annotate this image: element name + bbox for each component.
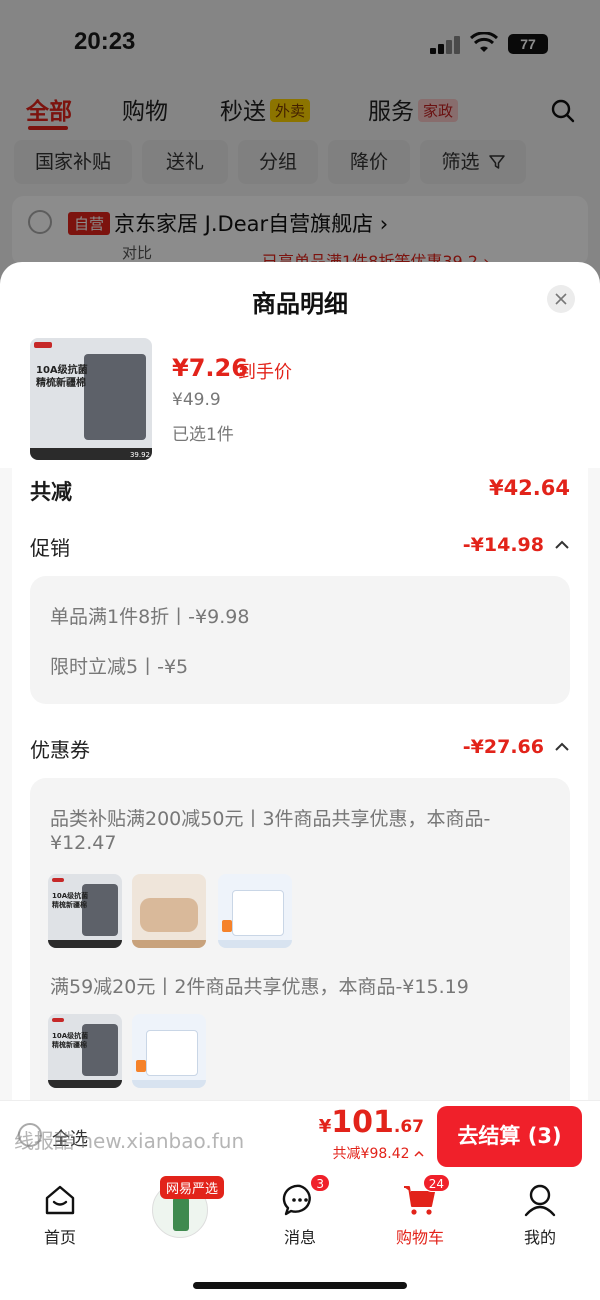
promo-label: 促销 — [30, 536, 70, 560]
total-discount-label: 共减 — [30, 480, 72, 504]
close-icon — [555, 293, 567, 305]
total-price-decimal: .67 — [393, 1117, 424, 1137]
coupon-group-line: 品类补贴满200减50元丨3件商品共享优惠，本商品- — [50, 808, 491, 830]
promo-line: 限时立减5丨-¥5 — [50, 656, 189, 678]
coupon-product-thumb[interactable] — [218, 874, 292, 948]
promo-line: 单品满1件8折丨-¥9.98 — [50, 606, 250, 628]
total-discount-value: ¥42.64 — [488, 476, 570, 500]
coupon-label: 优惠券 — [30, 738, 90, 762]
messages-badge: 3 — [310, 1174, 330, 1192]
profile-icon — [524, 1184, 556, 1217]
thumb-price: 39.92 — [129, 451, 150, 459]
cart-badge: 24 — [422, 1174, 450, 1192]
final-price-label: 到手价 — [238, 362, 292, 383]
product-summary: 10A级抗菌 精梳新疆棉 39.92 ¥7.26 到手价 ¥49.9 已选1件 — [0, 334, 600, 468]
coupon-product-thumb[interactable] — [132, 1014, 206, 1088]
coupon-details-box: 品类补贴满200减50元丨3件商品共享优惠，本商品- ¥12.47 10A级抗菌… — [30, 778, 570, 1100]
coupon-group-line: ¥12.47 — [50, 832, 117, 854]
chevron-up-icon — [414, 1150, 424, 1157]
checkout-button[interactable]: 去结算 (3) — [437, 1106, 582, 1167]
tabbar-messages-label: 消息 — [283, 1228, 316, 1247]
sheet-title: 商品明细 — [252, 290, 348, 318]
promo-details-box: 单品满1件8折丨-¥9.98 限时立减5丨-¥5 — [30, 576, 570, 704]
watermark: 线报酷 new.xianbao.fun — [14, 1129, 245, 1153]
close-button[interactable] — [547, 285, 575, 313]
coupon-product-thumb[interactable]: 10A级抗菌 精梳新疆棉 — [48, 874, 122, 948]
coupon-product-thumb[interactable] — [132, 874, 206, 948]
coupon-value[interactable]: -¥27.66 — [463, 736, 544, 758]
thumb-text: 10A级抗菌 精梳新疆棉 — [52, 1032, 89, 1049]
final-price: ¥7.26 — [172, 354, 248, 382]
tabbar-profile[interactable]: 我的 — [500, 1182, 580, 1248]
chevron-up-icon[interactable] — [554, 540, 570, 550]
checkout-bar: 全选 线报酷 new.xianbao.fun ¥101.67 共减¥98.42 … — [0, 1100, 600, 1172]
total-saved-text: 共减¥98.42 — [332, 1146, 410, 1162]
chevron-up-icon[interactable] — [554, 742, 570, 752]
home-icon — [45, 1185, 75, 1215]
tabbar-home-label: 首页 — [43, 1228, 76, 1247]
bottom-tab-bar: 首页 网易严选 3 消息 24 购物车 我的 — [0, 1172, 600, 1300]
tabbar-profile-label: 我的 — [523, 1228, 556, 1247]
total-price-integer: 101 — [331, 1105, 394, 1140]
tabbar-cart[interactable]: 24 购物车 — [380, 1174, 460, 1248]
tabbar-home[interactable]: 首页 — [20, 1182, 100, 1248]
tabbar-cart-label: 购物车 — [395, 1228, 444, 1247]
promo-value[interactable]: -¥14.98 — [463, 534, 544, 556]
original-price: ¥49.9 — [172, 390, 221, 410]
yanxuan-badge: 网易严选 — [160, 1176, 225, 1199]
tabbar-messages[interactable]: 3 消息 — [260, 1174, 340, 1248]
home-indicator — [193, 1282, 407, 1289]
total-saved[interactable]: 共减¥98.42 — [333, 1143, 424, 1163]
coupon-product-thumb[interactable]: 10A级抗菌 精梳新疆棉 — [48, 1014, 122, 1088]
selected-count: 已选1件 — [172, 425, 234, 445]
thumb-text: 10A级抗菌 精梳新疆棉 — [52, 892, 89, 909]
currency-symbol: ¥ — [318, 1116, 332, 1137]
product-detail-sheet: 商品明细 10A级抗菌 精梳新疆棉 39.92 ¥7.26 到手价 ¥49.9 … — [0, 262, 600, 1100]
thumb-text: 10A级抗菌 精梳新疆棉 — [36, 365, 88, 389]
total-price: ¥101.67 — [319, 1105, 424, 1140]
product-thumbnail[interactable]: 10A级抗菌 精梳新疆棉 39.92 — [30, 338, 152, 460]
coupon-group-line: 满59减20元丨2件商品共享优惠，本商品-¥15.19 — [50, 976, 469, 998]
